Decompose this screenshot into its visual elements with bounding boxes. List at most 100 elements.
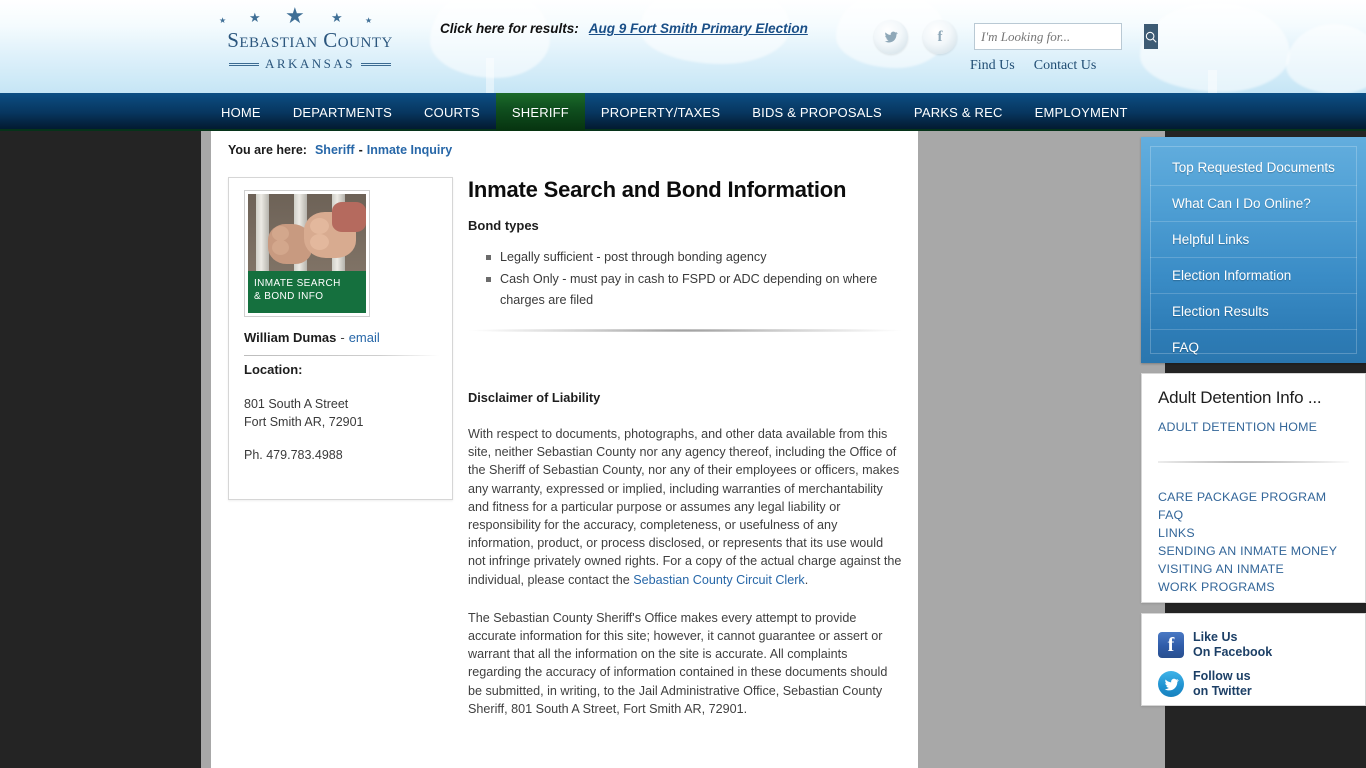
sidebar-item-election-information[interactable]: Election Information: [1150, 268, 1357, 294]
breadcrumb-lead: You are here:: [228, 143, 307, 157]
nav-item-parks-rec[interactable]: PARKS & REC: [898, 93, 1019, 131]
inmate-search-thumbnail[interactable]: INMATE SEARCH & BOND INFO: [244, 190, 370, 317]
paragraph-1-tail: .: [804, 572, 809, 587]
detention-link-links[interactable]: LINKS: [1158, 524, 1349, 542]
announcement-prefix: Click here for results:: [440, 21, 579, 36]
social-follow-card: f Like Us On Facebook Follow us on Twitt…: [1141, 613, 1366, 706]
logo-rule-left: [228, 62, 259, 66]
twitter-follow-label: Follow us on Twitter: [1193, 669, 1252, 699]
sidebar-item-faq[interactable]: FAQ: [1150, 340, 1357, 365]
circuit-clerk-link[interactable]: Sebastian County Circuit Clerk: [633, 573, 805, 587]
search-input[interactable]: [975, 24, 1144, 49]
section-divider: [468, 329, 903, 332]
right-sidebar: Top Requested Documents What Can I Do On…: [1141, 131, 1366, 706]
facebook-line-2: On Facebook: [1193, 645, 1273, 659]
site-logo[interactable]: ★ ★ ★ ★ ★ Sebastian County ARKANSAS: [205, 3, 415, 78]
adult-detention-home-link[interactable]: ADULT DETENTION HOME: [1158, 418, 1349, 436]
address-line-2: Fort Smith AR, 72901: [244, 415, 364, 429]
twitter-icon: [1158, 671, 1184, 697]
main-navigation: HOME DEPARTMENTS COURTS SHERIFF PROPERTY…: [0, 93, 1366, 131]
nav-item-sheriff[interactable]: SHERIFF: [495, 93, 585, 131]
contact-address: 801 South A Street Fort Smith AR, 72901: [244, 395, 364, 431]
nav-item-departments[interactable]: DEPARTMENTS: [277, 93, 408, 131]
twitter-bird-glyph: [884, 31, 898, 43]
thumbnail-image: INMATE SEARCH & BOND INFO: [248, 194, 366, 313]
tree-watermark: [486, 58, 494, 93]
logo-county-name: Sebastian County: [227, 28, 393, 52]
nav-item-employment[interactable]: EMPLOYMENT: [1019, 93, 1144, 131]
site-header: ★ ★ ★ ★ ★ Sebastian County ARKANSAS Clic…: [0, 0, 1366, 93]
find-us-link[interactable]: Find Us: [970, 58, 1015, 73]
twitter-line-2: on Twitter: [1193, 684, 1252, 698]
contact-us-link[interactable]: Contact Us: [1034, 58, 1097, 73]
breadcrumb-section[interactable]: Sheriff: [315, 143, 355, 157]
nav-items: HOME DEPARTMENTS COURTS SHERIFF PROPERTY…: [205, 93, 1144, 131]
page-body: You are here: Sheriff - Inmate Inquiry I…: [0, 131, 1366, 768]
search-box[interactable]: [974, 23, 1158, 50]
detention-link-work-programs[interactable]: WORK PROGRAMS: [1158, 578, 1349, 596]
disclaimer-paragraph-2: The Sebastian County Sheriff's Office ma…: [468, 610, 888, 716]
list-item: Legally sufficient - post through bondin…: [486, 247, 903, 268]
contact-phone: Ph. 479.783.4988: [244, 448, 343, 462]
contact-name-row: William Dumas - email: [244, 330, 380, 345]
twitter-bird-glyph: [1164, 678, 1179, 690]
breadcrumb: You are here: Sheriff - Inmate Inquiry: [228, 143, 452, 157]
announcement-link[interactable]: Aug 9 Fort Smith Primary Election: [589, 21, 808, 36]
thumbnail-caption: INMATE SEARCH & BOND INFO: [248, 271, 366, 313]
contact-dash: -: [340, 330, 345, 345]
bond-types-list: Legally sufficient - post through bondin…: [468, 247, 903, 311]
facebook-icon[interactable]: f: [923, 20, 957, 54]
card-divider: [244, 355, 439, 356]
sidebar-item-helpful-links[interactable]: Helpful Links: [1150, 232, 1357, 258]
bond-types-heading: Bond types: [468, 218, 539, 233]
detention-link-care-package-program[interactable]: CARE PACKAGE PROGRAM: [1158, 488, 1349, 506]
nav-item-home[interactable]: HOME: [205, 93, 277, 131]
search-icon: [1145, 31, 1157, 43]
nav-item-courts[interactable]: COURTS: [408, 93, 496, 131]
breadcrumb-page[interactable]: Inmate Inquiry: [367, 143, 452, 157]
detention-link-sending-an-inmate-money[interactable]: SENDING AN INMATE MONEY: [1158, 542, 1349, 560]
disclaimer-paragraph-1: With respect to documents, photographs, …: [468, 425, 903, 589]
announcement-banner: Click here for results: Aug 9 Fort Smith …: [440, 21, 808, 36]
facebook-icon: f: [1158, 632, 1184, 658]
header-utility-links: Find Us Contact Us: [970, 58, 1096, 74]
logo-rule-right: [361, 62, 392, 66]
sidebar-item-top-requested-documents[interactable]: Top Requested Documents: [1150, 160, 1357, 186]
paragraph-1-text: With respect to documents, photographs, …: [468, 427, 902, 587]
adult-detention-panel: Adult Detention Info ... ADULT DETENTION…: [1141, 373, 1366, 603]
adult-detention-title: Adult Detention Info ...: [1158, 388, 1322, 407]
search-button[interactable]: [1144, 24, 1158, 49]
article: Inmate Search and Bond Information Bond …: [468, 177, 903, 718]
panel-divider: [1158, 461, 1349, 463]
address-line-1: 801 South A Street: [244, 397, 349, 411]
main-content-panel: You are here: Sheriff - Inmate Inquiry I…: [211, 131, 1366, 768]
adult-detention-links: CARE PACKAGE PROGRAM FAQ LINKS SENDING A…: [1158, 488, 1349, 596]
facebook-follow-row[interactable]: f Like Us On Facebook: [1158, 630, 1365, 660]
facebook-line-1: Like Us: [1193, 630, 1238, 644]
quick-links-panel: Top Requested Documents What Can I Do On…: [1141, 137, 1366, 363]
nav-item-property-taxes[interactable]: PROPERTY/TAXES: [585, 93, 736, 131]
tree-watermark: [1208, 70, 1217, 93]
logo-stars: ★ ★ ★ ★ ★: [219, 3, 373, 28]
logo-state-name: ARKANSAS: [264, 56, 356, 71]
facebook-follow-label: Like Us On Facebook: [1193, 630, 1272, 660]
thumbnail-caption-line2: & BOND INFO: [254, 290, 324, 302]
twitter-line-1: Follow us: [1193, 669, 1251, 683]
contact-name: William Dumas: [244, 330, 337, 345]
detention-link-faq[interactable]: FAQ: [1158, 506, 1349, 524]
twitter-icon[interactable]: [874, 20, 908, 54]
page-title: Inmate Search and Bond Information: [468, 177, 847, 202]
contact-card: INMATE SEARCH & BOND INFO William Dumas -…: [228, 177, 453, 500]
contact-email-link[interactable]: email: [349, 330, 380, 345]
sidebar-item-what-can-i-do-online[interactable]: What Can I Do Online?: [1150, 196, 1357, 222]
quick-links-list: Top Requested Documents What Can I Do On…: [1150, 146, 1357, 365]
tree-watermark: [1286, 24, 1366, 93]
breadcrumb-separator: -: [358, 143, 363, 157]
location-label: Location:: [244, 362, 303, 377]
detention-link-visiting-an-inmate[interactable]: VISITING AN INMATE: [1158, 560, 1349, 578]
facebook-f-glyph: f: [937, 28, 943, 45]
twitter-follow-row[interactable]: Follow us on Twitter: [1158, 669, 1365, 699]
disclaimer-heading: Disclaimer of Liability: [468, 390, 601, 405]
sidebar-item-election-results[interactable]: Election Results: [1150, 304, 1357, 330]
nav-item-bids-proposals[interactable]: BIDS & PROPOSALS: [736, 93, 898, 131]
